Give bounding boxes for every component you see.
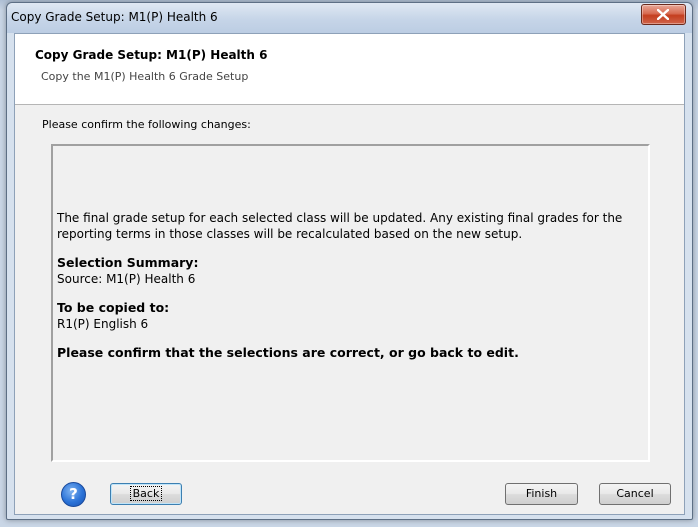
selection-summary-heading: Selection Summary: (57, 255, 199, 270)
dialog-client-area: Copy Grade Setup: M1(P) Health 6 Copy th… (14, 33, 685, 515)
close-button[interactable] (641, 4, 686, 25)
help-icon: ? (69, 485, 78, 503)
close-icon (657, 9, 669, 20)
confirm-prompt: Please confirm that the selections are c… (57, 345, 519, 360)
cancel-button[interactable]: Cancel (599, 483, 671, 505)
dialog-window: Copy Grade Setup: M1(P) Health 6 Copy Gr… (6, 2, 693, 520)
finish-button[interactable]: Finish (505, 483, 578, 505)
finish-button-label: Finish (525, 487, 558, 500)
back-button-label: Back (129, 486, 163, 501)
copied-to-value: R1(P) English 6 (57, 317, 149, 331)
copied-to-heading: To be copied to: (57, 300, 170, 315)
help-button[interactable]: ? (61, 482, 86, 507)
wizard-header: Copy Grade Setup: M1(P) Health 6 Copy th… (15, 34, 684, 105)
cancel-button-label: Cancel (616, 487, 654, 500)
confirm-label: Please confirm the following changes: (42, 118, 251, 131)
wizard-subtitle: Copy the M1(P) Health 6 Grade Setup (41, 70, 249, 83)
description-line-1: The final grade setup for each selected … (57, 211, 623, 225)
description-line-2: reporting terms in those classes will be… (57, 227, 523, 241)
window-title: Copy Grade Setup: M1(P) Health 6 (11, 10, 218, 24)
title-bar[interactable]: Copy Grade Setup: M1(P) Health 6 (7, 3, 692, 33)
summary-panel: The final grade setup for each selected … (51, 144, 650, 462)
source-line: Source: M1(P) Health 6 (57, 272, 196, 286)
back-button[interactable]: Back (110, 483, 182, 505)
wizard-title: Copy Grade Setup: M1(P) Health 6 (35, 48, 268, 62)
